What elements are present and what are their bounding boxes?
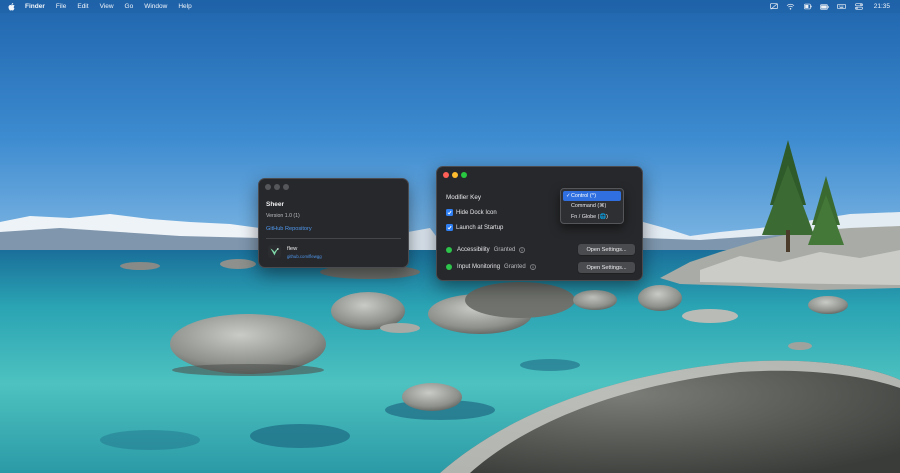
accessibility-status: Granted [493, 247, 516, 253]
menu-bar-clock[interactable]: 21:35 [874, 3, 890, 10]
hide-dock-icon-row[interactable]: Hide Dock Icon [446, 209, 497, 216]
menu-go[interactable]: Go [125, 3, 134, 10]
flew-app-url[interactable]: github.com/flewgg [287, 254, 322, 259]
launch-at-startup-row[interactable]: Launch at Startup [446, 224, 503, 231]
menu-help[interactable]: Help [178, 3, 191, 10]
modifier-option-label: Control (^) [571, 192, 596, 199]
close-button[interactable] [443, 172, 449, 178]
input-monitoring-open-settings-button[interactable]: Open Settings... [578, 262, 635, 273]
modifier-key-dropdown[interactable]: ✓ Control (^) Command (⌘) Fn / Globe (🌐) [560, 188, 624, 224]
modifier-key-label: Modifier Key [446, 194, 481, 201]
accessibility-open-settings-button[interactable]: Open Settings... [578, 244, 635, 255]
hide-dock-icon-checkbox[interactable] [446, 209, 453, 216]
input-monitoring-status-dot [446, 264, 452, 270]
close-button[interactable] [265, 184, 271, 190]
status-area: 21:35 [769, 0, 900, 13]
about-version: Version 1.0 (1) [266, 213, 300, 219]
launch-at-startup-checkbox[interactable] [446, 224, 453, 231]
input-monitoring-info-icon[interactable] [529, 264, 536, 270]
zoom-button[interactable] [461, 172, 467, 178]
about-divider [266, 238, 401, 239]
accessibility-info-icon[interactable] [519, 247, 526, 253]
modifier-option-command[interactable]: Command (⌘) [563, 201, 621, 212]
apple-menu-icon[interactable] [8, 2, 16, 11]
zoom-button[interactable] [283, 184, 289, 190]
minimize-button[interactable] [274, 184, 280, 190]
menu-window[interactable]: Window [144, 3, 167, 10]
input-monitoring-status: Granted [504, 264, 526, 270]
modifier-option-label: Fn / Globe (🌐) [571, 213, 608, 220]
about-window: Sheer Version 1.0 (1) GitHub Repository … [258, 178, 409, 268]
flew-app-name[interactable]: flew [287, 246, 297, 252]
menu-app-name[interactable]: Finder [25, 3, 45, 10]
menu-file[interactable]: File [56, 3, 66, 10]
accessibility-label: Accessibility [457, 247, 490, 253]
modifier-option-control[interactable]: ✓ Control (^) [563, 190, 621, 201]
launch-at-startup-label: Launch at Startup [456, 224, 504, 231]
minimize-button[interactable] [452, 172, 458, 178]
screen-mirror-icon[interactable] [769, 3, 779, 11]
window-controls [265, 184, 292, 190]
menu-view[interactable]: View [100, 3, 114, 10]
flew-app-icon[interactable] [268, 245, 281, 258]
accessibility-status-dot [446, 247, 452, 253]
menu-edit[interactable]: Edit [77, 3, 88, 10]
control-center-icon[interactable] [854, 3, 864, 11]
wifi-icon[interactable] [786, 3, 796, 11]
keyboard-icon[interactable] [837, 3, 847, 11]
github-repository-link[interactable]: GitHub Repository [266, 226, 312, 232]
battery-icon[interactable] [820, 3, 830, 11]
input-monitoring-row: Input Monitoring Granted [446, 264, 536, 270]
about-app-name: Sheer [266, 201, 285, 208]
accessibility-row: Accessibility Granted [446, 247, 526, 253]
menu-bar: Finder File Edit View Go Window Help 21:… [0, 0, 900, 13]
window-controls [443, 172, 470, 178]
input-monitoring-label: Input Monitoring [457, 264, 501, 270]
hide-dock-icon-label: Hide Dock Icon [456, 209, 497, 216]
bluetooth-icon[interactable] [803, 3, 813, 11]
modifier-option-label: Command (⌘) [571, 203, 607, 210]
modifier-option-fn-globe[interactable]: Fn / Globe (🌐) [563, 212, 621, 223]
